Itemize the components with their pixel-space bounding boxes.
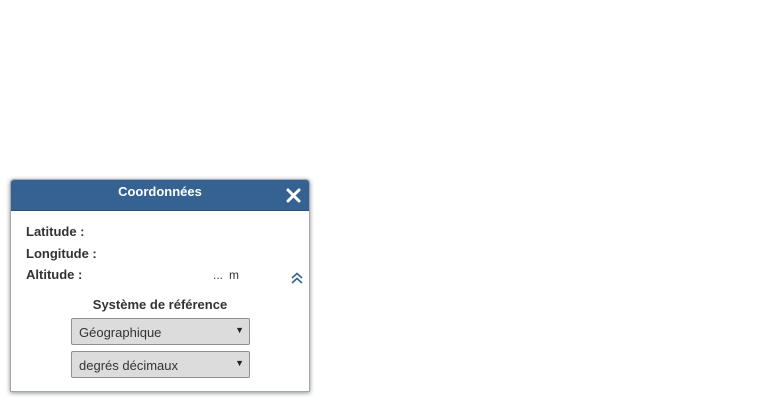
close-icon[interactable] (286, 188, 301, 203)
coordinate-unit-value: degrés décimaux (79, 358, 178, 373)
panel-title: Coordonnées (118, 184, 202, 199)
altitude-value-group: ... m (213, 267, 239, 283)
longitude-row: Longitude : (26, 246, 306, 268)
reference-system-select[interactable]: Géographique ▼ (71, 318, 250, 345)
altitude-label: Altitude : (26, 267, 83, 282)
altitude-value: ... (213, 268, 224, 282)
latitude-row: Latitude : (26, 224, 306, 246)
double-chevron-up-icon[interactable] (290, 271, 304, 285)
reference-system-title: Système de référence (92, 297, 228, 312)
latitude-label: Latitude : (26, 224, 85, 239)
dropdown-arrow-icon: ▼ (235, 325, 244, 335)
coordinates-list: Latitude : Longitude : Altitude : ... m (26, 224, 306, 289)
longitude-label: Longitude : (26, 245, 97, 261)
coordinates-panel: Coordonnées Latitude : Longitude : Altit… (10, 179, 310, 392)
altitude-unit: m (229, 268, 240, 282)
dropdown-arrow-icon: ▼ (235, 358, 244, 368)
panel-header[interactable]: Coordonnées (11, 180, 309, 211)
altitude-row: Altitude : ... m (26, 267, 306, 289)
coordinate-unit-select[interactable]: degrés décimaux ▼ (71, 351, 250, 378)
reference-system-value: Géographique (79, 325, 162, 340)
